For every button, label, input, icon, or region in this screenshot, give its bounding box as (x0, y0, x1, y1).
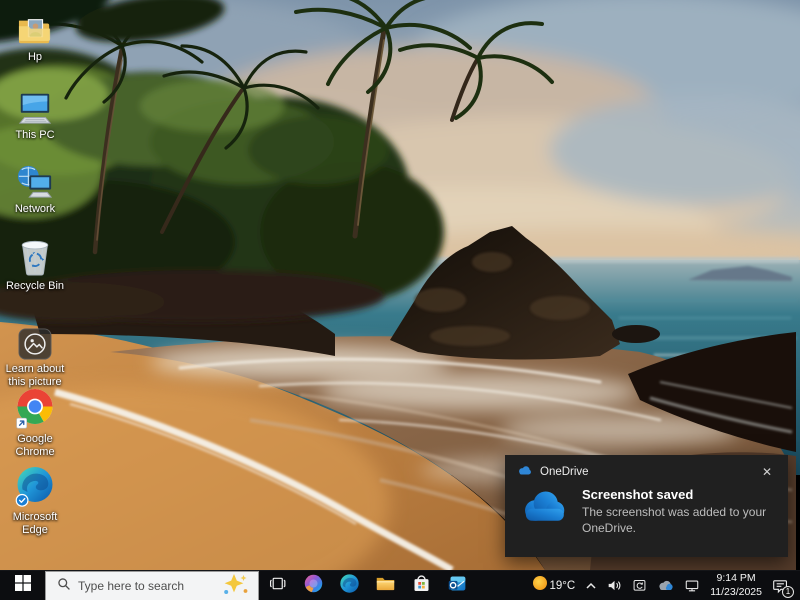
onedrive-small-icon (517, 463, 532, 481)
action-center-button[interactable]: 1 (767, 571, 794, 600)
windows-logo-icon (15, 575, 31, 596)
taskbar-search-box[interactable] (45, 571, 259, 600)
edge-icon (339, 573, 360, 599)
speaker-icon (607, 578, 622, 593)
edge-icon (15, 468, 55, 508)
taskbar-copilot-button[interactable] (295, 571, 331, 600)
notification-count-badge: 1 (782, 586, 794, 598)
desktop-icon-label: Google Chrome (2, 433, 68, 459)
network-icon (16, 160, 54, 200)
file-explorer-icon (375, 573, 396, 599)
desktop-icon-google-chrome[interactable]: Google Chrome (2, 390, 68, 459)
desktop-icon-label: Microsoft Edge (2, 511, 68, 537)
desktop-icon-network[interactable]: Network (2, 160, 68, 216)
start-button[interactable] (0, 571, 45, 600)
clock[interactable]: 9:14 PM 11/23/2025 (705, 571, 767, 600)
toast-close-icon[interactable]: ✕ (758, 464, 776, 480)
taskbar-outlook-button[interactable] (439, 571, 475, 600)
desktop-icon-label: Hp (28, 51, 42, 64)
outlook-icon (447, 573, 468, 599)
desktop-icon-microsoft-edge[interactable]: Microsoft Edge (2, 468, 68, 537)
microsoft-store-icon (411, 573, 432, 599)
network-tray-button[interactable] (679, 571, 705, 600)
ethernet-network-icon (684, 578, 700, 593)
taskbar-file-explorer-button[interactable] (367, 571, 403, 600)
hp-folder-icon (16, 8, 54, 48)
desktop-icon-label: Learn about this picture (2, 363, 68, 389)
tray-expand-button[interactable] (580, 571, 602, 600)
taskbar-edge-button[interactable] (331, 571, 367, 600)
desktop-icon-learn-about-picture[interactable]: Learn about this picture (2, 320, 68, 389)
temperature-label: 19°C (548, 580, 576, 592)
onedrive-cloud-tray-icon (657, 579, 674, 592)
shortcut-arrow-badge (17, 418, 27, 428)
recycle-bin-icon (17, 237, 53, 277)
copilot-icon (303, 573, 324, 599)
search-icon (57, 577, 71, 596)
windows-desktop: Hp This PC Network (0, 0, 800, 600)
task-view-icon (268, 574, 287, 598)
onedrive-notification-toast[interactable]: OneDrive ✕ (505, 455, 788, 557)
volume-button[interactable] (602, 571, 627, 600)
desktop-icon-hp-folder[interactable]: Hp (2, 8, 68, 64)
task-view-button[interactable] (259, 571, 295, 600)
toast-body: The screenshot was added to your OneDriv… (582, 504, 772, 536)
chrome-icon (15, 390, 55, 430)
this-pc-icon (16, 86, 54, 126)
desktop-icon-label: This PC (15, 129, 54, 142)
picture-info-icon (18, 320, 52, 360)
weather-sun-icon (532, 575, 548, 596)
search-highlights-sparkle-icon[interactable] (220, 572, 250, 600)
search-input[interactable] (78, 579, 198, 593)
windows-update-tray-button[interactable] (627, 571, 652, 600)
windows-update-icon (632, 578, 647, 593)
desktop-icon-label: Network (15, 203, 55, 216)
chevron-up-icon (585, 580, 597, 592)
taskbar: 19°C (0, 570, 800, 600)
toast-app-name: OneDrive (540, 466, 589, 478)
taskbar-store-button[interactable] (403, 571, 439, 600)
onedrive-tray-button[interactable] (652, 571, 679, 600)
desktop-icon-this-pc[interactable]: This PC (2, 86, 68, 142)
weather-widget[interactable]: 19°C (527, 571, 581, 600)
time-label: 9:14 PM (717, 572, 756, 586)
desktop-icon-label: Recycle Bin (6, 280, 64, 293)
check-badge (16, 495, 28, 507)
desktop-icon-recycle-bin[interactable]: Recycle Bin (2, 237, 68, 293)
toast-title: Screenshot saved (582, 487, 772, 502)
system-tray: 19°C (527, 571, 800, 600)
date-label: 11/23/2025 (710, 586, 762, 600)
onedrive-cloud-icon (519, 487, 569, 532)
